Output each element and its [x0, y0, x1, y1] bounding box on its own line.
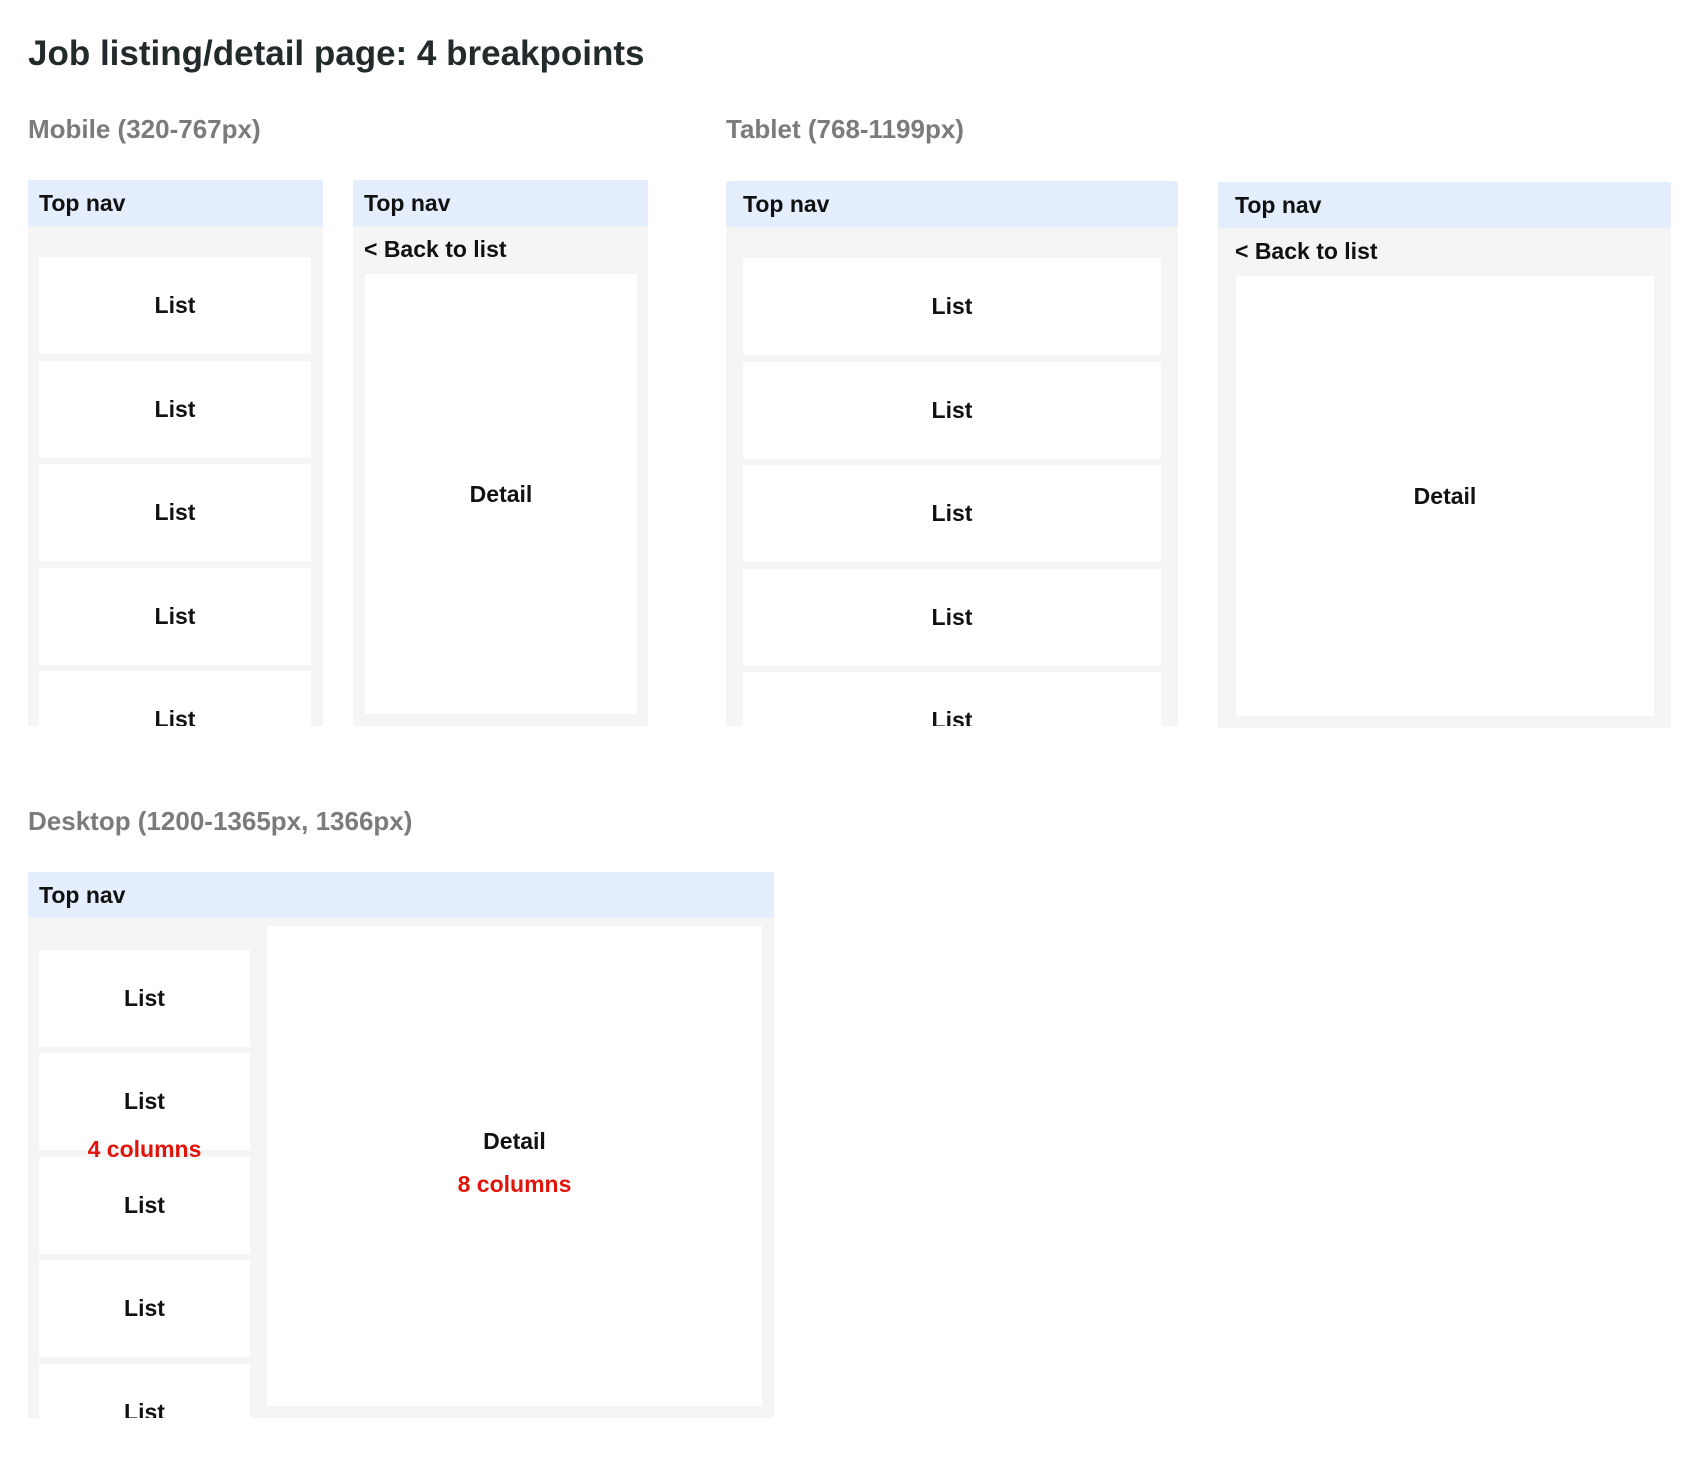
list-item: List: [39, 950, 250, 1047]
back-to-list-link: < Back to list: [1235, 238, 1378, 264]
detail-panel: [267, 926, 762, 1406]
detail-panel: Detail: [365, 274, 637, 714]
list-item: List: [743, 672, 1161, 726]
list-item: List: [39, 1364, 250, 1418]
list-item: List: [743, 569, 1161, 666]
mobile-detail-frame: Top nav < Back to list Detail: [353, 180, 648, 726]
desktop-section-title: Desktop (1200-1365px, 1366px): [28, 806, 413, 836]
mobile-list-frame: Top nav List List List List List: [28, 180, 323, 726]
tablet-detail-frame: Top nav < Back to list Detail: [1218, 182, 1671, 728]
top-nav: Top nav: [353, 180, 648, 226]
desktop-frame: Top nav List List List List List 4 colum…: [28, 872, 774, 1418]
list-item: List: [39, 568, 311, 665]
detail-panel: Detail: [1236, 276, 1654, 716]
list-columns-note: 4 columns: [87, 1136, 202, 1162]
list-item: List: [743, 362, 1161, 459]
list-item: List: [39, 361, 311, 458]
detail-columns-note: 8 columns: [457, 1171, 572, 1197]
tablet-section-title: Tablet (768-1199px): [726, 114, 964, 144]
list-item: List: [39, 671, 311, 726]
mobile-section-title: Mobile (320-767px): [28, 114, 261, 144]
back-to-list-link: < Back to list: [364, 236, 507, 262]
tablet-list-frame: Top nav List List List List List: [726, 181, 1178, 726]
top-nav: Top nav: [726, 181, 1178, 227]
detail-label: Detail: [483, 1128, 546, 1154]
page-title: Job listing/detail page: 4 breakpoints: [28, 34, 645, 73]
list-item: List: [39, 257, 311, 354]
list-item: List: [39, 1157, 250, 1254]
top-nav: Top nav: [1218, 182, 1671, 228]
list-item: List: [743, 258, 1161, 355]
list-item: List: [743, 465, 1161, 562]
top-nav: Top nav: [28, 180, 323, 226]
top-nav: Top nav: [28, 872, 774, 918]
list-item: List: [39, 1260, 250, 1357]
list-item: List: [39, 464, 311, 561]
